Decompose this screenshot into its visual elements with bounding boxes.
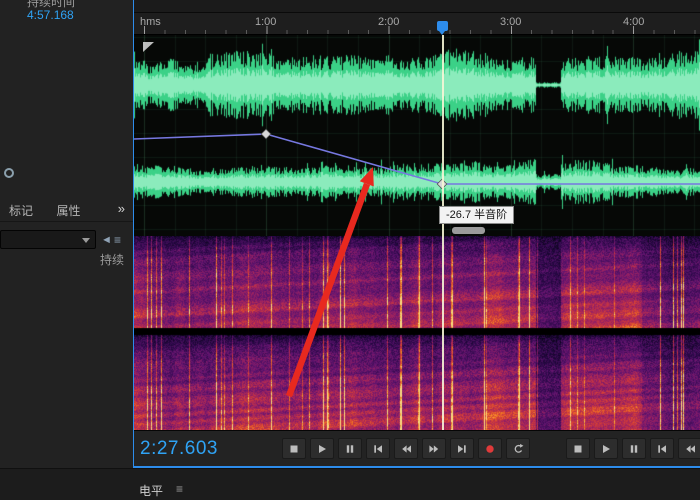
transport-stop-button[interactable] — [282, 438, 306, 459]
transport-rewind-button[interactable] — [678, 438, 700, 459]
levels-panel-strip: 电平 ≡ — [0, 468, 700, 500]
mini-scrollbar[interactable] — [452, 227, 485, 234]
transport-record-button[interactable] — [478, 438, 502, 459]
transport-fast-forward-button[interactable] — [422, 438, 446, 459]
transport-pause-button[interactable] — [338, 438, 362, 459]
sidebar-menu-icon[interactable]: ≡ — [114, 234, 121, 246]
audition-app: 持续时间 4:57.168 标记 属性 » ◄ ≡ 持续 hms 1:00 2:… — [0, 0, 700, 500]
clip-corner-icon[interactable] — [143, 42, 154, 52]
stop-icon — [574, 445, 582, 452]
pause-icon — [346, 444, 354, 453]
play-icon — [319, 444, 326, 453]
playhead-line[interactable] — [442, 35, 444, 430]
rewind-icon — [402, 444, 411, 453]
ruler-major-ticks — [134, 26, 700, 34]
tab-markers[interactable]: 标记 — [9, 202, 33, 219]
preset-dropdown[interactable] — [0, 230, 96, 249]
fast-forward-icon — [429, 444, 439, 453]
playhead-handle[interactable] — [437, 21, 448, 35]
envelope-keyframe[interactable] — [260, 128, 272, 140]
envelope-value-tooltip: -26.7 半音阶 — [439, 206, 515, 224]
transport-skip-previous-button[interactable] — [650, 438, 674, 459]
timecode-display[interactable]: 2:27.603 — [140, 438, 218, 460]
skip-previous-icon — [374, 444, 382, 453]
left-sidebar-panel: 持续时间 4:57.168 标记 属性 » ◄ ≡ 持续 — [0, 0, 133, 468]
tab-levels[interactable]: 电平 — [139, 482, 163, 499]
status-circle-icon — [4, 168, 14, 178]
spectrogram-display[interactable] — [134, 236, 700, 430]
levels-menu-icon[interactable]: ≡ — [176, 482, 183, 496]
spectrogram-canvas[interactable] — [134, 236, 700, 430]
dock-left-icon[interactable]: ◄ — [101, 235, 112, 246]
waveform-display[interactable] — [134, 35, 700, 236]
record-icon — [486, 444, 494, 453]
timeline-ruler[interactable]: hms 1:00 2:00 3:00 4:00 — [134, 13, 700, 35]
loop-icon — [514, 443, 524, 453]
waveform-editor-panel: hms 1:00 2:00 3:00 4:00 -26.7 半音阶 2:27.6… — [133, 0, 700, 468]
duration-value: 4:57.168 — [27, 8, 74, 22]
rewind-icon — [686, 444, 695, 453]
pitch-envelope[interactable] — [134, 35, 700, 236]
chevron-down-icon — [82, 238, 90, 243]
duration-column-label: 持续 — [99, 253, 124, 267]
transport-primary-group — [282, 438, 530, 459]
tab-properties[interactable]: 属性 — [56, 202, 80, 219]
transport-bar: 2:27.603 — [134, 430, 700, 466]
transport-skip-next-button[interactable] — [450, 438, 474, 459]
editor-top-chrome — [134, 0, 700, 13]
panel-tab-bar: 标记 属性 » — [0, 199, 133, 222]
transport-play-button[interactable] — [594, 438, 618, 459]
play-icon — [603, 444, 610, 453]
transport-pause-button[interactable] — [622, 438, 646, 459]
transport-loop-button[interactable] — [506, 438, 530, 459]
transport-stop-button[interactable] — [566, 438, 590, 459]
transport-skip-previous-button[interactable] — [366, 438, 390, 459]
skip-next-icon — [458, 444, 466, 453]
skip-previous-icon — [658, 444, 666, 453]
transport-play-button[interactable] — [310, 438, 334, 459]
stop-icon — [290, 445, 298, 452]
pause-icon — [630, 444, 638, 453]
tab-overflow-icon[interactable]: » — [118, 201, 125, 216]
transport-rewind-button[interactable] — [394, 438, 418, 459]
transport-secondary-group — [566, 438, 700, 459]
